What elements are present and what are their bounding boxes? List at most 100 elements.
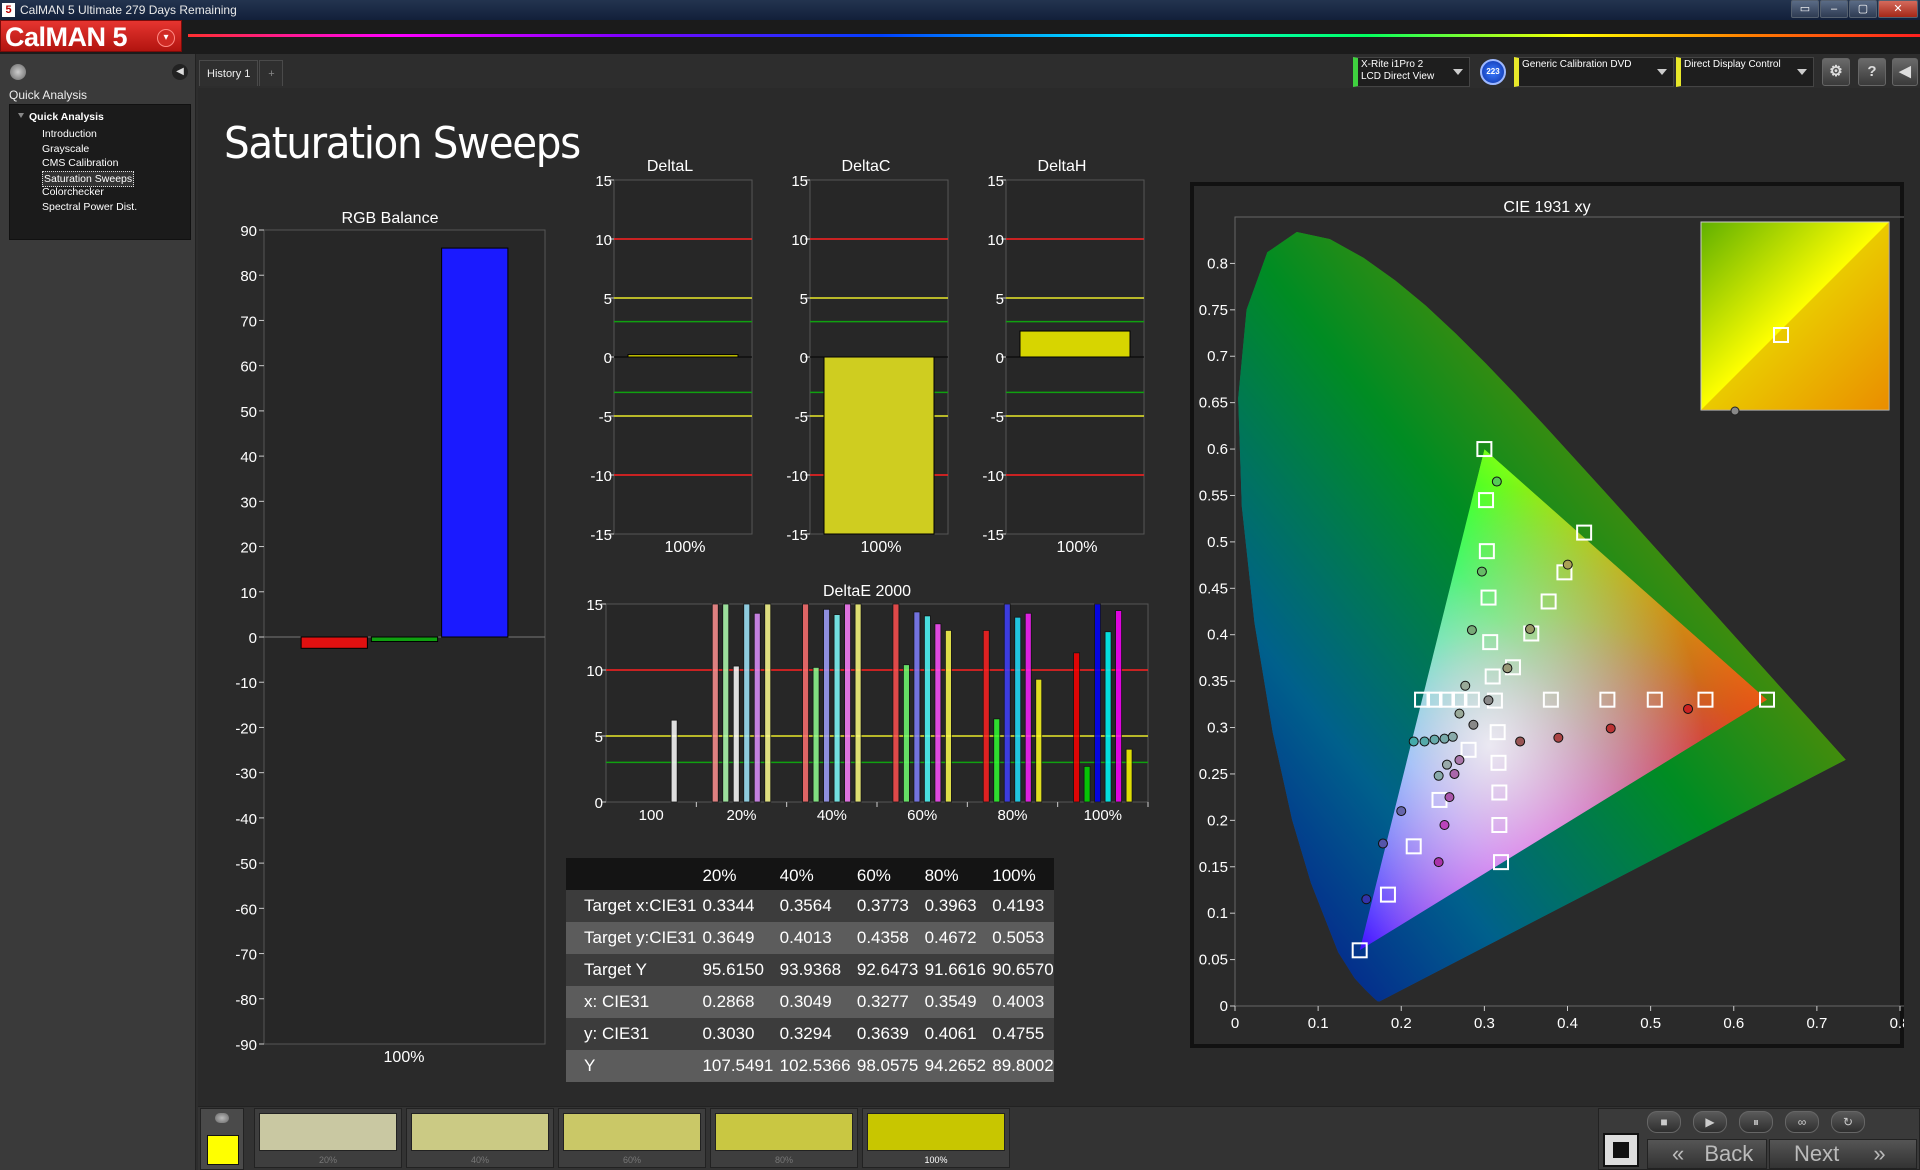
table-row: Y 107.5491 102.5366 98.0575 94.2652 89.8… bbox=[566, 1050, 1054, 1082]
tree-root[interactable]: Quick Analysis bbox=[29, 111, 104, 123]
sidebar-item-cms-calibration[interactable]: CMS Calibration bbox=[41, 156, 138, 171]
add-tab-button[interactable]: + bbox=[259, 60, 284, 86]
cie-measured-point bbox=[1433, 770, 1444, 781]
sidebar-item-grayscale[interactable]: Grayscale bbox=[41, 142, 138, 157]
meter-selector[interactable]: X-Rite i1Pro 2 LCD Direct View bbox=[1353, 57, 1470, 87]
cie-x-tick-label: 0.7 bbox=[1806, 1015, 1827, 1032]
delta-e-bar bbox=[982, 630, 990, 803]
calman-menu-button[interactable]: CalMAN 5 ▾ bbox=[0, 20, 182, 52]
rgb-y-tick-label: -70 bbox=[235, 947, 257, 964]
delta-e-y-tick-label: 0 bbox=[595, 795, 603, 812]
pause-icon[interactable]: ⏸ bbox=[1739, 1111, 1773, 1133]
delta-e-bar bbox=[802, 603, 809, 803]
delta-e-bar bbox=[1115, 610, 1122, 803]
sidebar-item-colorchecker[interactable]: Colorchecker bbox=[41, 185, 138, 200]
delta-e-bar bbox=[743, 603, 751, 803]
rgb-y-tick-label: -80 bbox=[235, 992, 257, 1009]
collapse-sidebar-icon[interactable]: ◀ bbox=[172, 64, 188, 80]
patch-60[interactable]: 60% bbox=[558, 1108, 706, 1168]
pin-icon[interactable] bbox=[215, 1113, 229, 1123]
next-button[interactable]: Next » bbox=[1769, 1139, 1917, 1169]
cie-1931-chart: CIE 1931 xy 0 0.1 0.2 0.3 0.4 0.5 0.6 0.7 0.8 0 0.… bbox=[1190, 182, 1904, 1048]
stop-measure-button[interactable] bbox=[1603, 1133, 1639, 1167]
delta-e-x-label: 20% bbox=[726, 807, 756, 824]
cie-measured-point bbox=[1454, 755, 1465, 766]
delta-e-x-label: 100% bbox=[1084, 807, 1122, 824]
table-header-cell: 60% bbox=[856, 866, 891, 885]
cie-y-tick-label: 0.7 bbox=[1207, 348, 1228, 365]
back-button[interactable]: « Back bbox=[1647, 1139, 1767, 1169]
delta-e-bar bbox=[1003, 603, 1011, 803]
patch-20[interactable]: 20% bbox=[254, 1108, 402, 1168]
refresh-icon[interactable]: ↻ bbox=[1831, 1111, 1865, 1133]
cie-x-tick-label: 0 bbox=[1231, 1015, 1239, 1032]
sidebar-item-spectral-power-dist[interactable]: Spectral Power Dist. bbox=[41, 200, 138, 215]
page-title: Saturation Sweeps bbox=[224, 118, 581, 169]
pin-icon[interactable] bbox=[10, 64, 26, 80]
cie-measured-point bbox=[1441, 759, 1452, 770]
sidebar-item-introduction[interactable]: Introduction bbox=[41, 127, 138, 142]
collapse-right-icon[interactable]: ◀ bbox=[1892, 58, 1918, 86]
cie-x-tick-label: 0.8 bbox=[1890, 1015, 1904, 1032]
display-selector[interactable]: Direct Display Control bbox=[1676, 57, 1814, 87]
delta-bar bbox=[823, 356, 935, 535]
brand-bar bbox=[0, 20, 1920, 54]
close-button[interactable]: ✕ bbox=[1878, 0, 1918, 18]
table-cell: 0.3344 bbox=[702, 896, 755, 915]
table-cell: 0.4193 bbox=[992, 896, 1045, 915]
settings-gear-icon[interactable]: ⚙ bbox=[1822, 58, 1850, 86]
chevron-down-icon bbox=[1797, 69, 1807, 75]
rgb-balance-title: RGB Balance bbox=[342, 210, 439, 227]
maximize-button[interactable]: ▢ bbox=[1849, 0, 1877, 18]
row-label: y: CIE31 bbox=[584, 1024, 650, 1043]
play-icon[interactable]: ▶ bbox=[1693, 1111, 1727, 1133]
cie-measured-point bbox=[1460, 680, 1471, 691]
next-arrow-icon: » bbox=[1873, 1141, 1886, 1166]
table-cell: 0.4061 bbox=[924, 1024, 977, 1043]
cie-measured-point bbox=[1562, 559, 1573, 570]
table-header-cell bbox=[566, 858, 696, 890]
cie-x-tick-label: 0.2 bbox=[1391, 1015, 1412, 1032]
meter-count-badge[interactable]: 223 bbox=[1480, 59, 1506, 85]
table-cell: 0.3963 bbox=[924, 896, 977, 915]
patch-label: 40% bbox=[470, 1155, 489, 1165]
chevron-down-icon bbox=[1453, 69, 1463, 75]
table-cell: 89.8002 bbox=[992, 1056, 1054, 1075]
table-cell: 91.6616 bbox=[924, 960, 987, 979]
rgb-y-tick-label: 60 bbox=[240, 359, 257, 376]
table-row: Target Y 95.6150 93.9368 92.6473 91.6616… bbox=[566, 954, 1054, 986]
sidebar-item-saturation-sweeps[interactable]: Saturation Sweeps bbox=[42, 170, 135, 187]
delta-y-tick-label: 0 bbox=[604, 350, 612, 367]
patch-40[interactable]: 40% bbox=[406, 1108, 554, 1168]
delta-e-bar bbox=[833, 614, 841, 803]
cie-y-tick-label: 0.25 bbox=[1199, 766, 1228, 783]
expand-arrow-icon[interactable] bbox=[18, 113, 24, 118]
restore-down-button[interactable]: ▭ bbox=[1791, 0, 1819, 18]
sidebar-heading: Quick Analysis bbox=[9, 88, 88, 102]
delta-e-x-label: 40% bbox=[817, 807, 847, 824]
delta-e-y-tick-label: 15 bbox=[586, 597, 603, 614]
cie-y-tick-label: 0.2 bbox=[1207, 812, 1228, 829]
loop-icon[interactable]: ∞ bbox=[1785, 1111, 1819, 1133]
table-cell: 0.4755 bbox=[992, 1024, 1045, 1043]
cie-measured-point bbox=[1449, 768, 1460, 779]
help-icon[interactable]: ? bbox=[1858, 58, 1886, 86]
minimize-button[interactable]: – bbox=[1820, 0, 1848, 18]
patch-100[interactable]: 100% bbox=[862, 1108, 1010, 1168]
patch-color bbox=[867, 1113, 1005, 1151]
table-header-cell: 100% bbox=[992, 866, 1036, 885]
rgb-y-tick-label: 70 bbox=[240, 313, 257, 330]
rgb-y-tick-label: -30 bbox=[235, 766, 257, 783]
delta-y-tick-label: -5 bbox=[795, 409, 808, 426]
source-selector[interactable]: Generic Calibration DVD bbox=[1514, 57, 1674, 87]
tab-history-1[interactable]: History 1 bbox=[199, 60, 259, 86]
delta-y-tick-label: 10 bbox=[595, 232, 612, 249]
patch-80[interactable]: 80% bbox=[710, 1108, 858, 1168]
next-label: Next bbox=[1794, 1141, 1840, 1166]
cie-measured-point bbox=[1553, 732, 1564, 743]
brand-name: CalMAN 5 bbox=[5, 22, 128, 52]
delta-e-x-label: 80% bbox=[997, 807, 1027, 824]
meter-mode: LCD Direct View bbox=[1361, 71, 1435, 82]
stop-icon[interactable]: ■ bbox=[1647, 1111, 1681, 1133]
table-cell: 0.3294 bbox=[779, 1024, 832, 1043]
